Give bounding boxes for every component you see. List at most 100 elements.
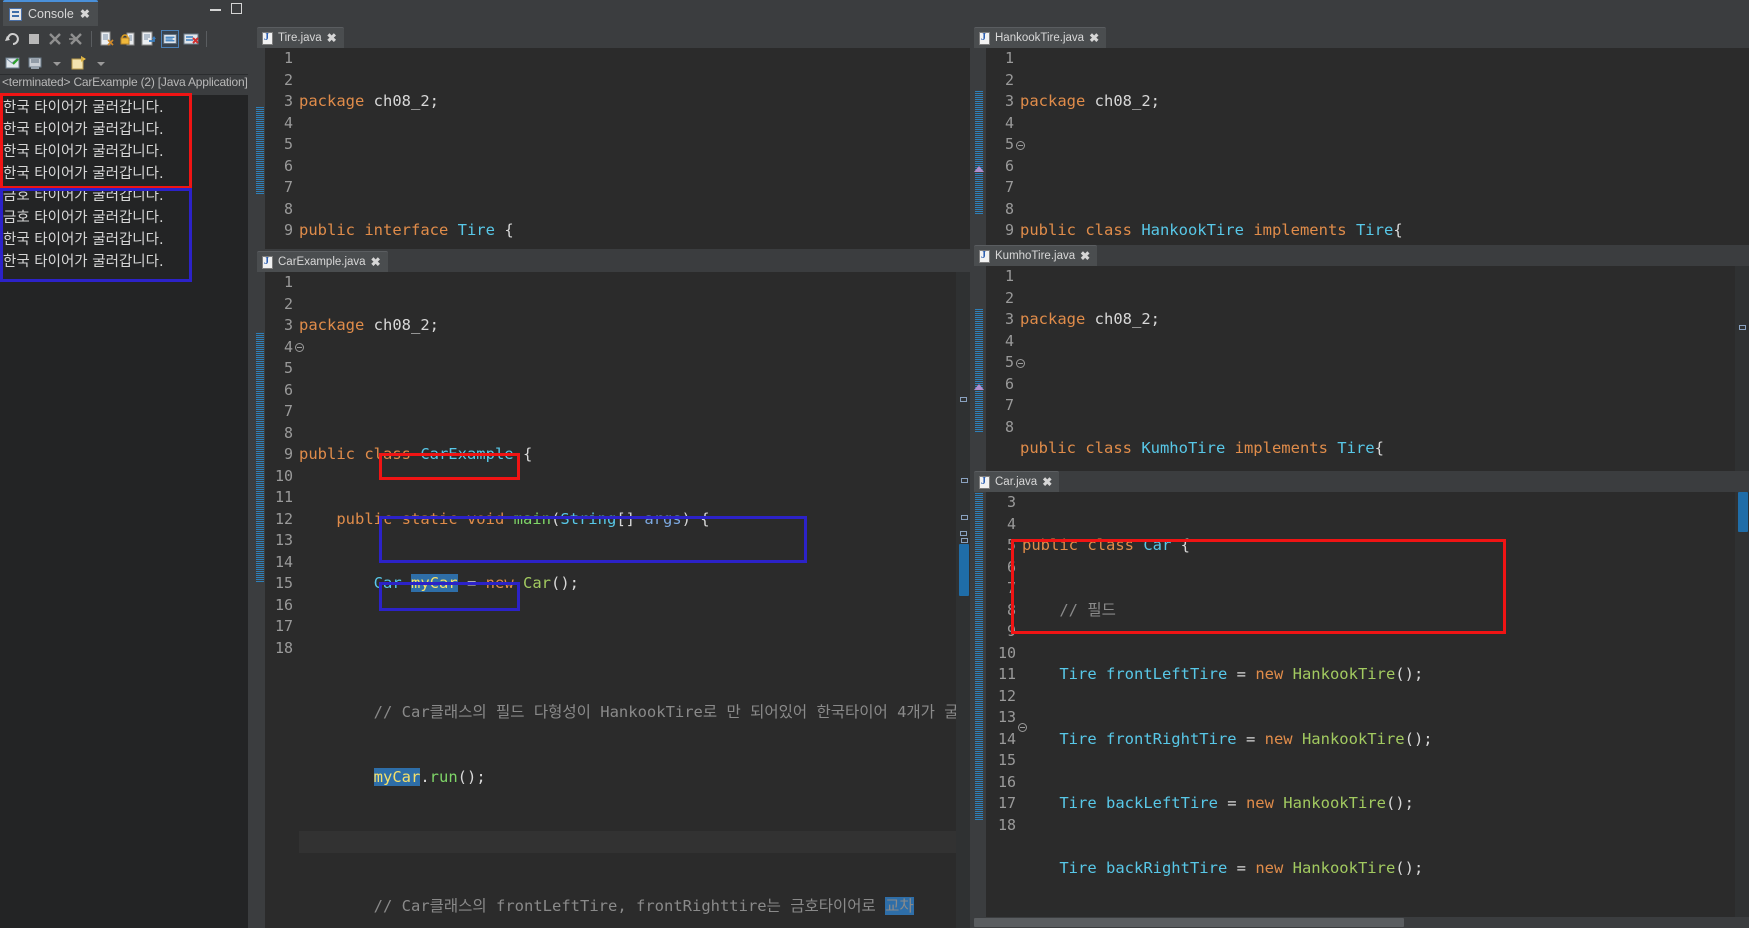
code-line: public class KumhoTire implements Tire{ [1020, 439, 1384, 457]
clear-console-icon[interactable] [98, 30, 116, 48]
editor-tabbar-carexample: CarExample.java ✖ [255, 251, 970, 272]
editor-body-carexample[interactable]: 123456789 10 11 12 13 14 15 16 17 18 package ch0… [255, 272, 970, 928]
tab-carexample-java[interactable]: CarExample.java ✖ [257, 251, 388, 272]
open-console-dropdown-icon[interactable] [92, 54, 110, 72]
editor-hankooktire-java: HankookTire.java ✖ 123456789 package ch0… [972, 27, 1749, 245]
close-icon[interactable]: ✖ [371, 255, 381, 269]
remove-all-terminated-icon[interactable] [67, 30, 85, 48]
console-icon [9, 7, 22, 21]
code-line: // 필드 [1022, 600, 1116, 619]
java-file-icon [979, 249, 990, 263]
overview-ruler-car[interactable] [1735, 492, 1749, 928]
annotation-ruler-tire[interactable] [255, 48, 265, 249]
editor-tabbar-car: Car.java ✖ [972, 471, 1749, 492]
code-line: public class HankookTire implements Tire… [1020, 221, 1403, 239]
toolbar-separator [91, 30, 92, 47]
vertical-scrollbar-thumb[interactable] [959, 556, 969, 596]
code-line: // Car클래스의 필드 다형성이 HankookTire로 만 되어있어 한… [299, 703, 959, 721]
annotation-ruler-car[interactable] [972, 492, 986, 928]
changed-lines-marker [256, 332, 264, 582]
terminate-icon[interactable] [25, 30, 43, 48]
overview-marker [961, 515, 968, 520]
code-content-kumho[interactable]: package ch08_2; public class KumhoTire i… [1020, 266, 1749, 471]
close-icon[interactable]: ✖ [80, 7, 90, 21]
line-number-column-carexample: 123456789 10 11 12 13 14 15 16 17 18 [265, 272, 293, 928]
line-number-column-car: 3 4 5 6 7 8 9 10 11 12 13 14 15 16 17 18 [986, 492, 1016, 928]
vertical-scrollbar-thumb[interactable] [1738, 492, 1748, 532]
close-icon[interactable]: ✖ [1042, 475, 1052, 489]
console-output-line: 한국 타이어가 굴러갑니다. [3, 144, 164, 160]
quickfix-marker[interactable] [974, 166, 984, 172]
show-console-on-output-icon[interactable] [161, 29, 179, 48]
console-output-line: 한국 타이어가 굴러갑니다. [3, 166, 164, 182]
maximize-icon[interactable] [231, 3, 242, 14]
editor-carexample-java: CarExample.java ✖ 123456789 101112131415… [255, 251, 970, 928]
code-line: package ch08_2; [1020, 92, 1160, 110]
editor-body-car[interactable]: 3 4 5 6 7 8 9 10 11 12 13 14 15 16 17 18 public class … [972, 492, 1749, 928]
editor-body-tire[interactable]: 123456789 package ch08_2; public interfa… [255, 48, 970, 249]
code-line: Tire frontLeftTire = new HankookTire(); [1059, 665, 1424, 683]
editor-kumhotire-java: KumhoTire.java ✖ 12345678 package ch08_2… [972, 245, 1749, 471]
tab-hankooktire-java[interactable]: HankookTire.java ✖ [974, 27, 1107, 48]
overview-marker [1739, 325, 1746, 330]
minimize-icon[interactable] [210, 3, 221, 14]
annotation-ruler-hankook[interactable] [972, 48, 986, 245]
horizontal-scrollbar-car[interactable] [972, 917, 1749, 928]
tab-car-java[interactable]: Car.java ✖ [974, 471, 1060, 492]
code-line: package ch08_2; [1020, 310, 1160, 328]
console-output-line: 금호 타이어가 굴러갑니다. [3, 188, 164, 204]
code-line: Tire backRightTire = new HankookTire(); [1059, 858, 1424, 877]
editor-body-kumho[interactable]: 12345678 package ch08_2; public class Ku… [972, 266, 1749, 471]
close-icon[interactable]: ✖ [327, 31, 337, 45]
console-output-line: 한국 타이어가 굴러갑니다. [3, 100, 164, 116]
annotation-ruler-kumho[interactable] [972, 266, 986, 471]
word-wrap-icon[interactable] [140, 30, 158, 48]
pin-console-icon[interactable] [4, 54, 22, 72]
overview-ruler-kumho[interactable] [1735, 266, 1749, 471]
java-file-icon [262, 255, 273, 269]
console-tabbar: Console ✖ [0, 0, 248, 26]
eclipse-workbench-window: Console ✖ <terminated> CarExample (2) [J… [0, 0, 1749, 928]
tab-tire-java[interactable]: Tire.java ✖ [257, 27, 344, 48]
remove-launch-icon[interactable] [46, 30, 64, 48]
open-console-icon[interactable] [70, 54, 88, 72]
quickfix-marker[interactable] [974, 384, 984, 390]
changed-lines-marker [975, 492, 983, 820]
scroll-lock-icon[interactable] [119, 30, 137, 48]
console-view: Console ✖ <terminated> CarExample (2) [J… [0, 0, 248, 928]
code-content-tire[interactable]: package ch08_2; public interface Tire { … [299, 48, 970, 249]
console-status-line: <terminated> CarExample (2) [Java Applic… [0, 75, 248, 95]
overview-ruler-carexample[interactable] [956, 272, 970, 928]
close-icon[interactable]: ✖ [1089, 31, 1099, 45]
line-number-column-tire: 123456789 [265, 48, 293, 249]
terminate-relaunch-icon[interactable] [4, 30, 22, 48]
code-content-carexample[interactable]: package ch08_2; public class CarExample … [299, 272, 970, 928]
code-line: public static void main(String[] args) { [299, 509, 710, 528]
view-window-buttons [210, 3, 242, 14]
display-dropdown-icon[interactable] [48, 54, 66, 72]
close-icon[interactable]: ✖ [1080, 249, 1090, 263]
code-content-hankook[interactable]: package ch08_2; public class HankookTire… [1020, 48, 1494, 245]
overview-marker [960, 397, 967, 402]
show-console-on-error-icon[interactable] [182, 30, 200, 48]
code-line: package ch08_2; [299, 316, 439, 334]
display-selected-console-icon[interactable] [26, 54, 44, 72]
editor-tabbar-tire: Tire.java ✖ [255, 27, 970, 48]
line-number-column-kumho: 12345678 [986, 266, 1014, 471]
editor-body-hankook[interactable]: 123456789 package ch08_2; public class H… [972, 48, 1749, 245]
code-line: Car myCar = new Car(); [373, 574, 579, 592]
changed-lines-marker [256, 106, 264, 194]
editor-tabbar-hankook: HankookTire.java ✖ [972, 27, 1749, 48]
tab-kumhotire-java[interactable]: KumhoTire.java ✖ [974, 245, 1098, 266]
changed-lines-marker [975, 309, 983, 432]
annotation-ruler-carexample[interactable] [255, 272, 265, 928]
tab-console[interactable]: Console ✖ [3, 0, 98, 26]
code-content-car[interactable]: public class Car { // 필드 Tire frontLeftT… [1022, 492, 1433, 928]
overview-marker [961, 478, 968, 483]
console-output-line: 한국 타이어가 굴러갑니다. [3, 232, 164, 248]
console-output[interactable]: 한국 타이어가 굴러갑니다. 한국 타이어가 굴러갑니다. 한국 타이어가 굴러… [0, 93, 248, 928]
horizontal-scrollbar-thumb[interactable] [974, 918, 1404, 927]
